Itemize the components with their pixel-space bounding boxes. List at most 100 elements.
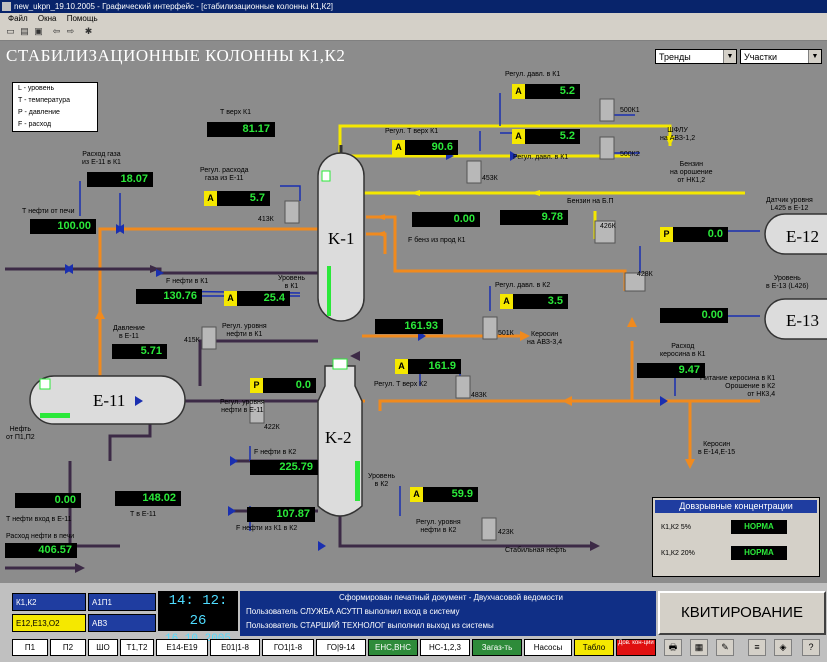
new-icon[interactable]: ▭	[4, 26, 17, 37]
nav-button-concentrations[interactable]: Дов. кон-ции	[616, 639, 656, 656]
display-f-oil-k2[interactable]: 225.79	[250, 460, 318, 475]
label-422k: 422К	[264, 424, 280, 431]
nav-button-e01[interactable]: Е01|1-8	[210, 639, 260, 656]
concentration-status: НОРМА	[731, 546, 787, 560]
nav-button-go1[interactable]: ГО1|1-8	[262, 639, 314, 656]
settings-icon[interactable]: ✱	[82, 26, 95, 37]
display-level-k1[interactable]: A 25.4	[224, 291, 290, 306]
display-reg-t-top-k2[interactable]: A 161.9	[395, 359, 461, 374]
toolbar: ▭ ▤ ▣ ⇦ ⇨ ✱	[0, 24, 827, 41]
label-t-oil-in-e11: Т нефти вход в Е-11	[6, 516, 72, 523]
status-area: К1,К2 А1П1 Е12,Е13,О2 АВЗ 14: 12: 26 16.…	[0, 583, 827, 662]
display-reg-press-k1-b[interactable]: A 5.2	[512, 129, 580, 144]
chevron-down-icon[interactable]: ▼	[808, 50, 821, 63]
display-level-k2[interactable]: A 59.9	[410, 487, 478, 502]
nav-button-go9[interactable]: ГО|9-14	[316, 639, 366, 656]
sections-dropdown[interactable]: Участки ▼	[740, 49, 822, 64]
display-reg-press-k2[interactable]: A 3.5	[500, 294, 568, 309]
auto-tag: A	[512, 84, 525, 99]
display-benz-bp[interactable]: 9.78	[500, 210, 568, 225]
open-icon[interactable]: ▤	[18, 26, 31, 37]
display-flow-kero-k1[interactable]: 9.47	[637, 363, 705, 378]
back-icon[interactable]: ⇦	[50, 26, 63, 37]
display-press-e11[interactable]: 5.71	[112, 344, 167, 359]
display-value: 25.4	[263, 292, 285, 304]
auto-tag: A	[500, 294, 513, 309]
label-501k: 501К	[498, 330, 514, 337]
display-f-oil-k1[interactable]: 130.76	[136, 289, 202, 304]
label-415k: 415К	[184, 337, 200, 344]
clock-time: 14: 12: 26	[168, 593, 228, 629]
label-reg-t-top-k1: Регул. Т верх К1	[385, 128, 439, 135]
sections-dropdown-value: Участки	[744, 52, 777, 62]
tag-icon[interactable]: ◈	[774, 639, 792, 656]
label-428k: 428К	[637, 271, 653, 278]
pressure-tag: P	[250, 378, 263, 393]
scheme-icon[interactable]: ▦	[690, 639, 708, 656]
trends-dropdown-value: Тренды	[659, 52, 691, 62]
menu-windows[interactable]: Окна	[38, 14, 57, 23]
chevron-down-icon[interactable]: ▼	[723, 50, 736, 63]
display-level-e12[interactable]: P 0.0	[660, 227, 728, 242]
clock: 14: 12: 26 16.10.2005	[158, 591, 238, 645]
print-icon[interactable]: 🖶	[664, 639, 682, 656]
save-icon[interactable]: ▣	[32, 26, 45, 37]
display-reg-t-top-k1[interactable]: A 90.6	[392, 140, 458, 155]
process-scheme: СТАБИЛИЗАЦИОННЫЕ КОЛОННЫ К1,К2 Тренды ▼ …	[0, 41, 827, 583]
label-500k2: 500К2	[620, 151, 640, 158]
display-value: 5.2	[559, 85, 575, 97]
status-box-a1p1[interactable]: А1П1	[88, 593, 156, 611]
display-f-oil-k1-k2[interactable]: 107.87	[247, 507, 315, 522]
display-value: 3.5	[547, 295, 563, 307]
label-benz-oroshenie: Бензин на орошение от НК1,2	[670, 161, 713, 184]
status-box-e12[interactable]: Е12,Е13,О2	[12, 614, 86, 632]
display-f-benz-prod-k1[interactable]: 0.00	[412, 212, 480, 227]
display-t-oil-pech[interactable]: 100.00	[30, 219, 96, 234]
concentration-panel: Довзрывные концентрации К1,К2 5% НОРМА К…	[652, 497, 820, 577]
menu-file[interactable]: Файл	[8, 14, 28, 23]
label-flow-gas-e11: Расход газа из Е-11 в К1	[82, 151, 121, 166]
nav-button-zagaz[interactable]: Загаз-ть	[472, 639, 522, 656]
nav-button-ns[interactable]: НС-1,2,3	[420, 639, 470, 656]
display-reg-level-e11[interactable]: P 0.0	[250, 378, 316, 393]
display-flow-oil-pech[interactable]: 406.57	[5, 543, 77, 558]
display-reg-press-k1-a[interactable]: A 5.2	[512, 84, 580, 99]
nav-button-ens[interactable]: ЕНС,ВНС	[368, 639, 418, 656]
display-flow-gas-e11[interactable]: 18.07	[87, 172, 153, 187]
window-icon[interactable]	[2, 2, 11, 11]
forward-icon[interactable]: ⇨	[64, 26, 77, 37]
help-icon[interactable]: ?	[802, 639, 820, 656]
status-box-avz[interactable]: АВЗ	[88, 614, 156, 632]
label-benz-bp: Бензин на Б.П	[567, 198, 614, 205]
display-t-top-k1[interactable]: 81.17	[207, 122, 275, 137]
tools-icon[interactable]: ✎	[716, 639, 734, 656]
menu-help[interactable]: Помощь	[67, 14, 98, 23]
display-level-e13[interactable]: 0.00	[660, 308, 728, 323]
display-reg-gas-flow[interactable]: A 5.7	[204, 191, 270, 206]
label-pit-kero: Питание керосина в К1 Орошение в К2 от Н…	[700, 375, 776, 398]
nav-button-t1t2[interactable]: Т1,Т2	[120, 639, 154, 656]
nav-button-e14-e19[interactable]: Е14-Е19	[156, 639, 208, 656]
list-icon[interactable]: ≡	[748, 639, 766, 656]
nav-button-pumps[interactable]: Насосы	[524, 639, 572, 656]
label-413k: 413К	[258, 216, 274, 223]
auto-tag: A	[224, 291, 237, 306]
k2-label: K-2	[325, 428, 352, 447]
trends-dropdown[interactable]: Тренды ▼	[655, 49, 737, 64]
display-t-oil-in-e11[interactable]: 0.00	[15, 493, 81, 508]
label-t-oil-pech: Т нефти от печи	[22, 208, 75, 215]
label-flow-oil-pech: Расход нефти в печи	[6, 533, 75, 540]
status-box-k1k2[interactable]: К1,К2	[12, 593, 86, 611]
display-161-93[interactable]: 161.93	[375, 319, 443, 334]
auto-tag: A	[410, 487, 423, 502]
display-value: 161.9	[428, 360, 456, 372]
legend: L - уровень T - температура P - давление…	[12, 82, 98, 132]
nav-button-p2[interactable]: П2	[50, 639, 86, 656]
nav-button-p1[interactable]: П1	[12, 639, 48, 656]
nav-button-sho[interactable]: ШО	[88, 639, 118, 656]
message-line: Пользователь СЛУЖБА АСУТП выполнил вход …	[246, 607, 460, 616]
nav-button-tablo[interactable]: Табло	[574, 639, 614, 656]
display-t-in-e11[interactable]: 148.02	[115, 491, 181, 506]
acknowledge-button[interactable]: КВИТИРОВАНИЕ	[658, 591, 826, 635]
label-sensor-e12: Датчик уровня L425 в Е-12	[766, 197, 813, 212]
